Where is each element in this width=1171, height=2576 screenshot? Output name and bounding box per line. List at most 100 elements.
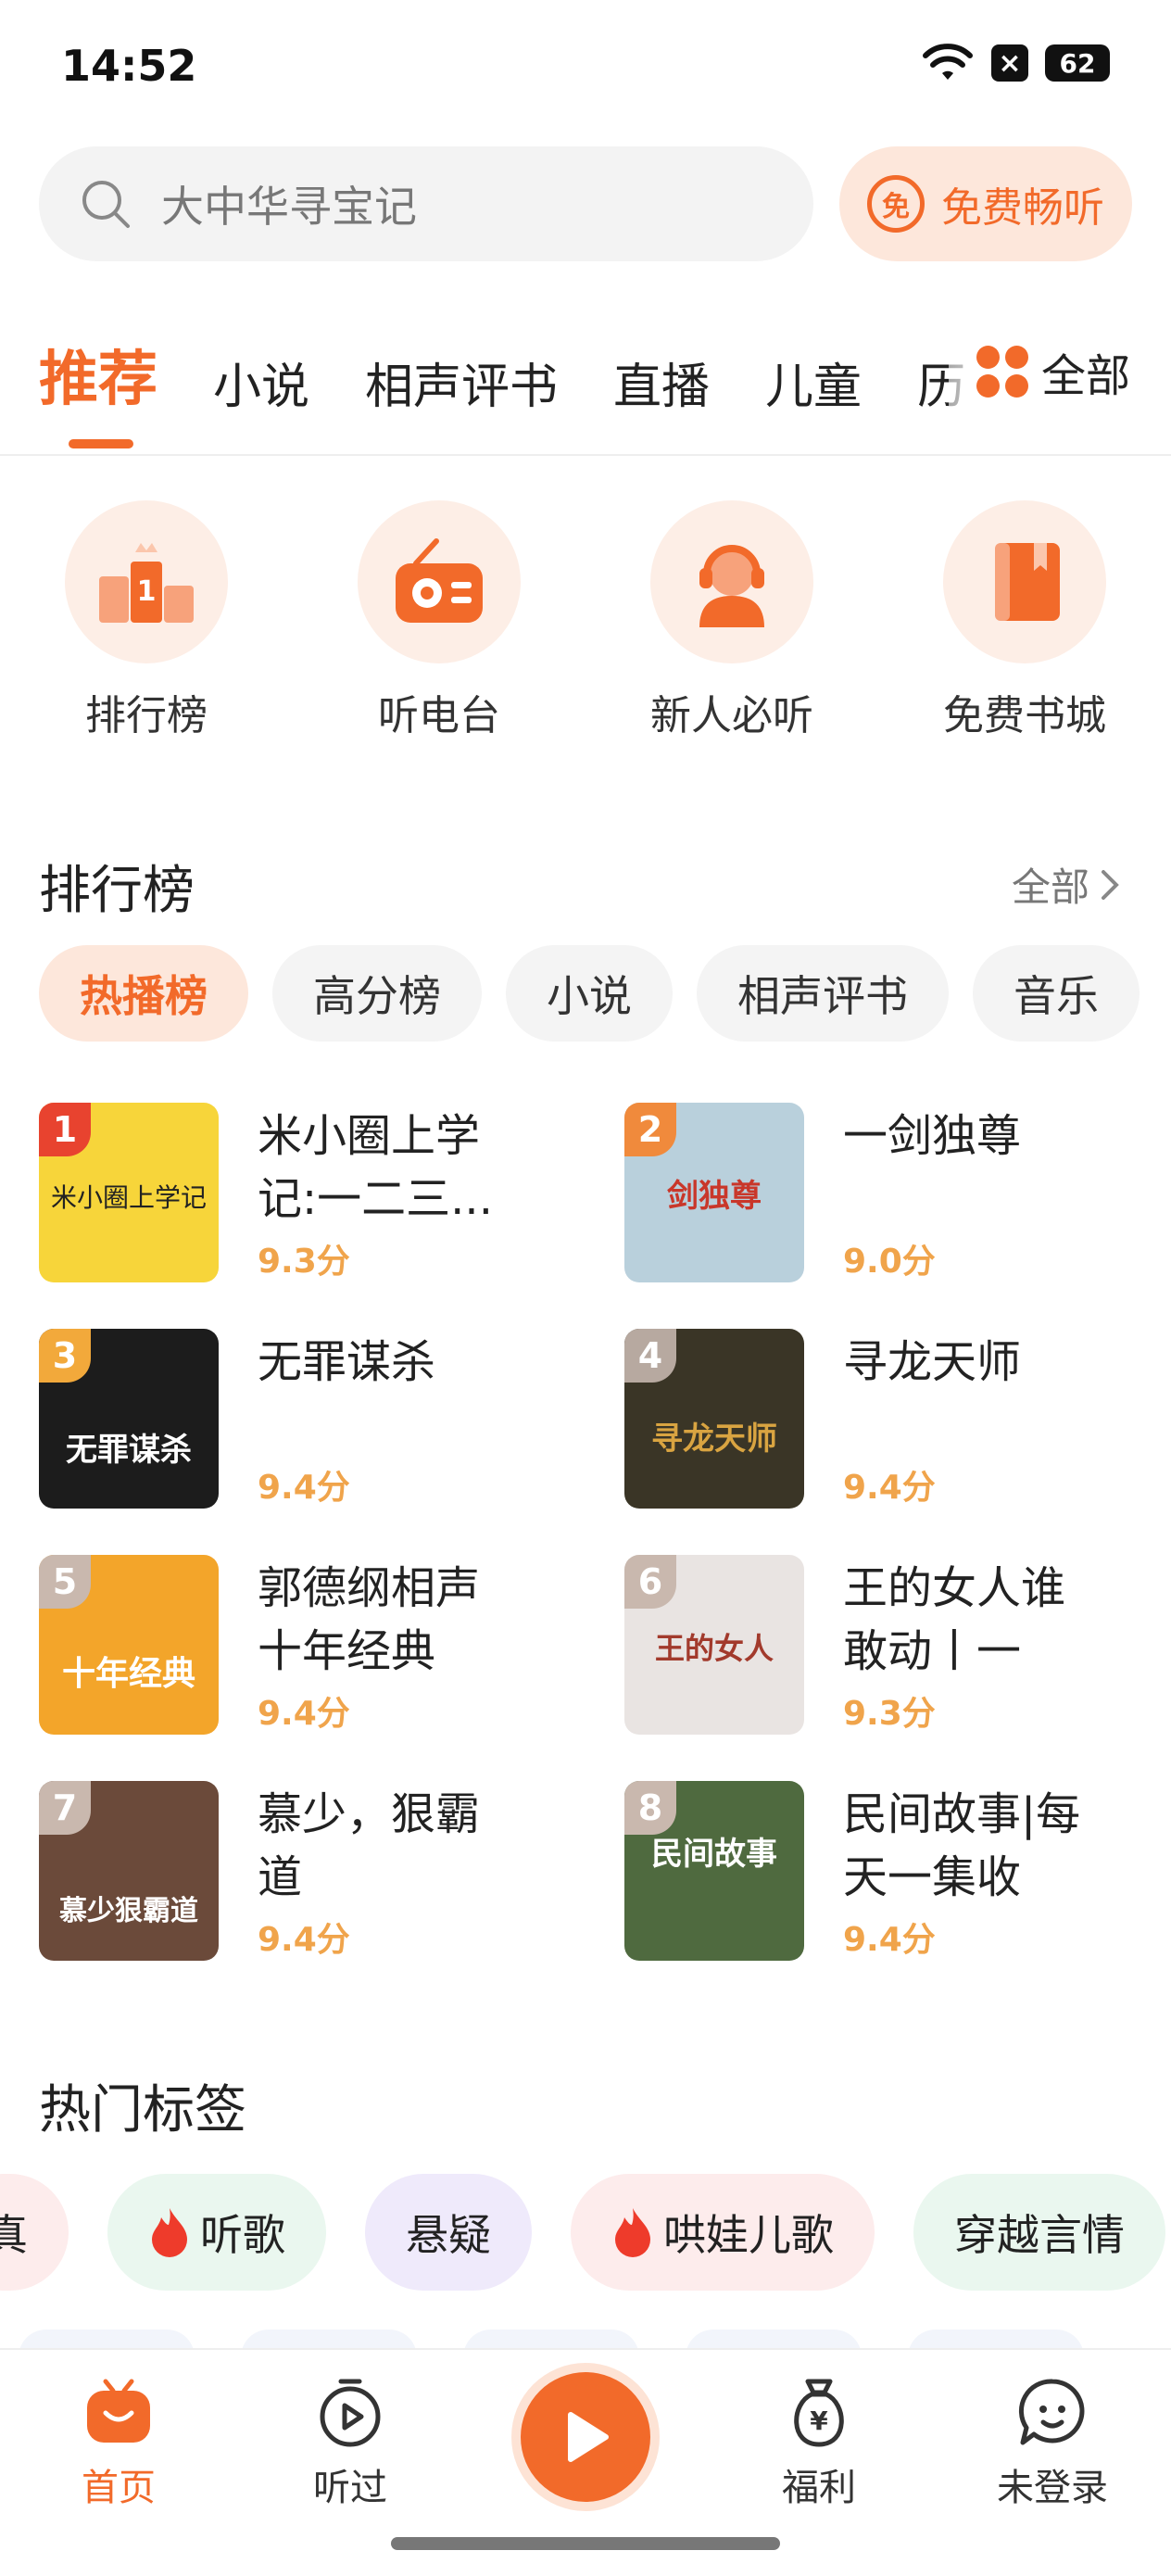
svg-text:王的女人: 王的女人 bbox=[655, 1631, 774, 1666]
hot-tag[interactable]: 哄娃儿歌 bbox=[571, 2174, 875, 2291]
chip-crosstalk[interactable]: 相声评书 bbox=[697, 945, 949, 1042]
search-input[interactable]: 大中华寻宝记 bbox=[39, 146, 813, 261]
quick-entry-newcomer[interactable]: 新人必听 bbox=[586, 500, 878, 741]
ranking-item[interactable]: 无罪谋杀 3 无罪谋杀 9.4分 bbox=[39, 1329, 624, 1509]
svg-text:寻龙天师: 寻龙天师 bbox=[651, 1421, 777, 1458]
ranking-section-title: 排行榜 bbox=[39, 861, 195, 921]
nav-home[interactable]: 首页 bbox=[44, 2376, 193, 2511]
free-listen-button[interactable]: 免 免费畅听 bbox=[839, 146, 1132, 261]
play-icon bbox=[568, 2412, 609, 2462]
book-score: 9.0分 bbox=[843, 1243, 936, 1281]
notification-x-icon: × bbox=[991, 44, 1028, 82]
rank-badge: 5 bbox=[39, 1555, 91, 1609]
rank-badge: 2 bbox=[624, 1103, 676, 1156]
nav-welfare[interactable]: ¥ 福利 bbox=[745, 2376, 893, 2511]
grid-dots-icon bbox=[976, 346, 1028, 398]
book-title: 王的女人谁敢动丨一刀... bbox=[843, 1562, 1066, 1677]
nav-label: 首页 bbox=[82, 2467, 156, 2509]
book-title: 郭德纲相声十年经典 bbox=[258, 1562, 481, 1677]
chat-face-icon bbox=[1018, 2379, 1085, 2445]
quick-entry-label: 排行榜 bbox=[85, 692, 208, 739]
home-indicator bbox=[391, 2537, 780, 2550]
hot-tags-title: 热门标签 bbox=[39, 2080, 246, 2140]
wifi-icon bbox=[923, 44, 973, 80]
hot-tag-label: 哄娃儿歌 bbox=[663, 2210, 834, 2260]
quick-entry-label: 听电台 bbox=[378, 692, 500, 739]
rank-badge: 3 bbox=[39, 1329, 91, 1383]
tab-recommend[interactable]: 推荐 bbox=[39, 334, 157, 417]
svg-text:剑独尊: 剑独尊 bbox=[667, 1178, 762, 1215]
headset-person-icon bbox=[650, 500, 813, 663]
ranking-item[interactable]: 剑独尊 2 一剑独尊 9.0分 bbox=[624, 1103, 1132, 1282]
money-bag-icon: ¥ bbox=[794, 2379, 844, 2447]
hot-tag[interactable]: 悬疑 bbox=[365, 2174, 532, 2291]
chip-hot[interactable]: 热播榜 bbox=[39, 945, 248, 1042]
book-cover: 寻龙天师 4 bbox=[624, 1329, 804, 1509]
home-tv-icon bbox=[87, 2379, 150, 2443]
svg-text:慕少狠霸道: 慕少狠霸道 bbox=[59, 1895, 198, 1927]
tab-crosstalk[interactable]: 相声评书 bbox=[365, 347, 558, 417]
quick-entry-ranking[interactable]: 1 排行榜 bbox=[0, 500, 293, 741]
flame-icon bbox=[615, 2208, 650, 2257]
book-title: 米小圈上学记:一二三... bbox=[258, 1110, 493, 1225]
book-title: 民间故事|每天一集收录... bbox=[843, 1788, 1081, 1903]
hot-tag[interactable]: 真 bbox=[0, 2174, 69, 2291]
ranking-item[interactable]: 王的女人 6 王的女人谁敢动丨一刀... 9.3分 bbox=[624, 1555, 1132, 1735]
nav-profile[interactable]: 未登录 bbox=[978, 2376, 1127, 2511]
history-play-icon bbox=[320, 2379, 381, 2447]
ranking-all-label: 全部 bbox=[1011, 865, 1089, 910]
rank-badge: 7 bbox=[39, 1781, 91, 1835]
podium-icon: 1 bbox=[65, 500, 228, 663]
book-cover: 民间故事 8 bbox=[624, 1781, 804, 1961]
ranking-item[interactable]: 慕少狠霸道 7 慕少，狠霸道 9.4分 bbox=[39, 1781, 624, 1961]
book-cover: 无罪谋杀 3 bbox=[39, 1329, 219, 1509]
tab-live[interactable]: 直播 bbox=[613, 347, 710, 417]
ranking-all-link[interactable]: 全部 bbox=[1012, 856, 1121, 913]
chip-high-score[interactable]: 高分榜 bbox=[272, 945, 482, 1042]
free-listen-label: 免费畅听 bbox=[941, 184, 1104, 232]
battery-icon: 62 bbox=[1045, 44, 1110, 82]
player-button[interactable] bbox=[521, 2372, 650, 2502]
ranking-item[interactable]: 民间故事 8 民间故事|每天一集收录... 9.4分 bbox=[624, 1781, 1132, 1961]
book-title: 一剑独尊 bbox=[843, 1110, 1022, 1162]
nav-label: 福利 bbox=[782, 2467, 856, 2509]
nav-history[interactable]: 听过 bbox=[276, 2376, 424, 2511]
book-cover: 米小圈上学记 1 bbox=[39, 1103, 219, 1282]
more-tags-peek bbox=[0, 2330, 1171, 2348]
rank-badge: 6 bbox=[624, 1555, 676, 1609]
all-categories-label: 全部 bbox=[1041, 350, 1131, 402]
status-time: 14:52 bbox=[61, 41, 197, 91]
quick-entries: 1 排行榜 听电台 新人必听 免费书城 bbox=[0, 500, 1171, 741]
tab-novel[interactable]: 小说 bbox=[213, 347, 309, 417]
book-cover: 十年经典 5 bbox=[39, 1555, 219, 1735]
book-score: 9.4分 bbox=[843, 1469, 936, 1507]
ranking-item[interactable]: 米小圈上学记 1 米小圈上学记:一二三... 9.3分 bbox=[39, 1103, 624, 1282]
book-score: 9.3分 bbox=[258, 1243, 350, 1281]
book-title: 慕少，狠霸道 bbox=[258, 1788, 481, 1903]
status-icons: × 62 bbox=[921, 43, 1110, 83]
quick-entry-free-books[interactable]: 免费书城 bbox=[878, 500, 1171, 741]
svg-text:米小圈上学记: 米小圈上学记 bbox=[51, 1182, 207, 1213]
svg-text:民间故事: 民间故事 bbox=[651, 1836, 777, 1873]
hot-tag[interactable]: 穿越言情 bbox=[913, 2174, 1165, 2291]
hot-tag[interactable]: 听歌 bbox=[107, 2174, 326, 2291]
rank-badge: 4 bbox=[624, 1329, 676, 1383]
ranking-item[interactable]: 寻龙天师 4 寻龙天师 9.4分 bbox=[624, 1329, 1132, 1509]
ranking-list: 米小圈上学记 1 米小圈上学记:一二三... 9.3分 剑独尊 2 一剑独尊 9… bbox=[39, 1103, 1132, 1961]
all-categories-button[interactable]: 全部 bbox=[949, 321, 1171, 423]
book-score: 9.4分 bbox=[843, 1921, 936, 1959]
book-title: 无罪谋杀 bbox=[258, 1336, 436, 1388]
quick-entry-radio[interactable]: 听电台 bbox=[293, 500, 586, 741]
chip-novel[interactable]: 小说 bbox=[506, 945, 673, 1042]
svg-text:1: 1 bbox=[137, 575, 157, 608]
nav-label: 听过 bbox=[313, 2467, 387, 2509]
nav-label: 未登录 bbox=[997, 2467, 1108, 2509]
hot-tags-row: 真 听歌 悬疑 哄娃儿歌 穿越言情 bbox=[0, 2174, 1165, 2291]
search-placeholder: 大中华寻宝记 bbox=[161, 182, 417, 232]
tab-children[interactable]: 儿童 bbox=[765, 347, 862, 417]
search-icon bbox=[82, 181, 130, 228]
chip-music[interactable]: 音乐 bbox=[973, 945, 1140, 1042]
quick-entry-label: 新人必听 bbox=[650, 692, 813, 739]
ranking-item[interactable]: 十年经典 5 郭德纲相声十年经典 9.4分 bbox=[39, 1555, 624, 1735]
free-icon: 免 bbox=[867, 175, 925, 233]
